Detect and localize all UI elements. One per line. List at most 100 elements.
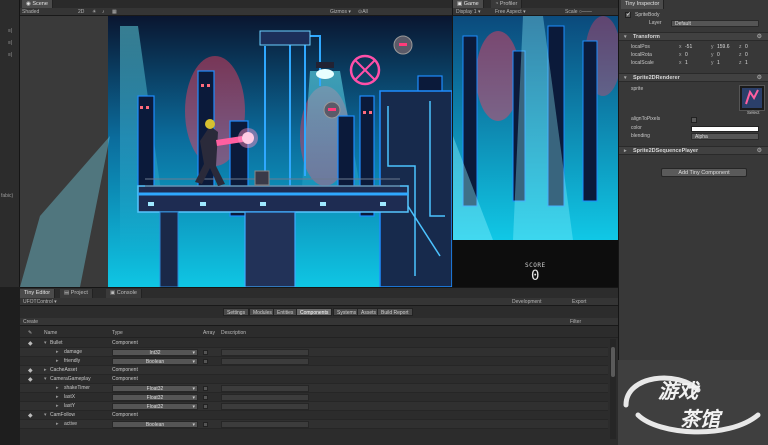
add-tiny-component-button[interactable]: Add Tiny Component [661, 168, 747, 177]
create-dropdown[interactable]: Create [23, 318, 38, 326]
sprite-renderer-gear-icon[interactable]: ⚙ [757, 74, 762, 83]
scale-z-field[interactable]: 1 [745, 60, 748, 66]
align-to-pixels-checkbox[interactable] [691, 117, 697, 123]
row-description-field[interactable] [221, 349, 309, 356]
cat-tab-components[interactable]: Components [296, 308, 333, 316]
row-type-dropdown[interactable]: Int32 [112, 349, 198, 356]
sequence-player-fold-icon[interactable]: ▸ [624, 147, 627, 156]
grid-row-damage[interactable]: ▸ damage Int32 [20, 348, 608, 357]
grid-row-cameragameplay[interactable]: ◆ ▾ CameraGameplay Component [20, 375, 608, 384]
row-description-field[interactable] [221, 385, 309, 392]
row-array-checkbox[interactable] [203, 404, 208, 409]
project-dropdown[interactable]: UFOTControl ▾ [23, 298, 57, 306]
sequence-player-gear-icon[interactable]: ⚙ [757, 147, 762, 156]
console-tab-icon: ▣ [110, 290, 117, 296]
cat-tab-entities[interactable]: Entities [273, 308, 298, 316]
transform-fold-icon[interactable]: ▾ [624, 33, 627, 42]
col-header-type[interactable]: Type [112, 329, 123, 337]
row-array-checkbox[interactable] [203, 386, 208, 391]
grid-row-friendly[interactable]: ▸ friendly Boolean [20, 357, 608, 366]
pos-x-field[interactable]: -51 [685, 44, 692, 50]
sprite-thumbnail[interactable] [739, 85, 765, 111]
effects-toggle-icon[interactable]: ▦ [112, 8, 117, 16]
sequence-player-header[interactable]: ▸ Sprite2DSequencePlayer ⚙ [619, 146, 768, 155]
row-name: damage [64, 349, 83, 355]
blending-dropdown[interactable]: Alpha [691, 133, 759, 140]
filter-input[interactable]: Filter [570, 318, 581, 326]
pos-z-label: z [739, 44, 742, 50]
tab-project[interactable]: ▤ Project [60, 289, 93, 298]
scale-x-field[interactable]: 1 [685, 60, 688, 66]
tab-tiny-inspector[interactable]: Tiny Inspector [621, 0, 665, 9]
entity-enabled-checkbox[interactable] [625, 11, 631, 18]
scene-viewport[interactable] [20, 16, 452, 287]
scale-slider[interactable]: Scale ○—— [565, 8, 592, 16]
display-dropdown[interactable]: Display 1 ▾ [456, 8, 480, 16]
transform-gear-icon[interactable]: ⚙ [757, 33, 762, 42]
row-type: Component [112, 412, 138, 418]
sprite-select-button[interactable]: Select [747, 110, 760, 115]
rota-x-field[interactable]: 0 [685, 52, 688, 58]
row-type-dropdown[interactable]: Float32 [112, 403, 198, 410]
grid-row-lasty[interactable]: ▸ lastY Float32 [20, 402, 608, 411]
cat-tab-modules[interactable]: Modules [249, 308, 276, 316]
row-type-dropdown[interactable]: Float32 [112, 394, 198, 401]
components-toolbar: Create Filter [20, 318, 618, 326]
pos-z-field[interactable]: 0 [745, 44, 748, 50]
transform-header[interactable]: ▾ Transform ⚙ [619, 32, 768, 41]
scale-z-label: z [739, 60, 742, 66]
pos-y-field[interactable]: 159.6 [717, 44, 730, 50]
game-viewport[interactable]: SCORE 0 [453, 16, 619, 287]
grid-row-bullet[interactable]: ◆ ▾ Bullet Component [20, 339, 608, 348]
row-description-field[interactable] [221, 403, 309, 410]
color-swatch[interactable] [691, 126, 759, 132]
grid-row-cacheasset[interactable]: ◆ ▸ CacheAsset Component [20, 366, 608, 375]
row-array-checkbox[interactable] [203, 395, 208, 400]
tab-console[interactable]: ▣ Console [106, 289, 142, 298]
aspect-dropdown[interactable]: Free Aspect ▾ [495, 8, 526, 16]
lighting-toggle-icon[interactable]: ☀ [92, 8, 96, 16]
sprite-renderer-header[interactable]: ▾ Sprite2DRenderer ⚙ [619, 73, 768, 82]
tab-tiny-editor[interactable]: Tiny Editor [20, 289, 56, 298]
rota-y-label: y [711, 52, 714, 58]
grid-row-camfollow[interactable]: ◆ ▾ CamFollow Component [20, 411, 608, 420]
col-header-description[interactable]: Description [221, 329, 246, 337]
col-header-name[interactable]: Name [44, 329, 57, 337]
sprite-preview-image [742, 88, 762, 108]
grid-row-shaketimer[interactable]: ▸ shakeTimer Float32 [20, 384, 608, 393]
row-type-dropdown[interactable]: Boolean [112, 421, 198, 428]
row-array-checkbox[interactable] [203, 359, 208, 364]
row-type-dropdown[interactable]: Float32 [112, 385, 198, 392]
row-description-field[interactable] [221, 421, 309, 428]
row-type-dropdown[interactable]: Boolean [112, 358, 198, 365]
scene-search-input[interactable]: ⊙All [358, 8, 368, 16]
row-description-field[interactable] [221, 394, 309, 401]
build-mode-dropdown[interactable]: Development [512, 298, 541, 306]
audio-toggle-icon[interactable]: ♪ [102, 8, 105, 16]
cat-tab-settings[interactable]: Settings [223, 308, 250, 316]
grid-scrollbar-thumb[interactable] [611, 347, 615, 377]
cat-tab-build-report[interactable]: Build Report [377, 308, 413, 316]
row-array-checkbox[interactable] [203, 422, 208, 427]
shading-dropdown[interactable]: Shaded [22, 8, 39, 16]
sprite-renderer-fold-icon[interactable]: ▾ [624, 74, 627, 83]
row-description-field[interactable] [221, 358, 309, 365]
layer-dropdown[interactable]: Default [671, 20, 759, 27]
grid-row-lastx[interactable]: ▸ lastX Float32 [20, 393, 608, 402]
expand-icon[interactable]: ▾ [44, 375, 47, 384]
2d-toggle-icon[interactable]: 2D [78, 8, 84, 16]
row-array-checkbox[interactable] [203, 350, 208, 355]
entity-name[interactable]: SpriteBody [635, 12, 764, 19]
expand-icon[interactable]: ▾ [44, 411, 47, 420]
rota-z-field[interactable]: 0 [745, 52, 748, 58]
gizmos-dropdown[interactable]: Gizmos ▾ [330, 8, 351, 16]
expand-icon[interactable]: ▾ [44, 339, 47, 348]
expand-icon[interactable]: ▸ [44, 366, 47, 375]
rota-y-field[interactable]: 0 [717, 52, 720, 58]
scale-y-field[interactable]: 1 [717, 60, 720, 66]
grid-scrollbar[interactable] [610, 339, 616, 439]
row-name: CamFollow [50, 412, 76, 418]
col-header-array[interactable]: Array [203, 329, 215, 337]
export-button[interactable]: Export [572, 298, 586, 306]
grid-row-active[interactable]: ▸ active Boolean [20, 420, 608, 429]
